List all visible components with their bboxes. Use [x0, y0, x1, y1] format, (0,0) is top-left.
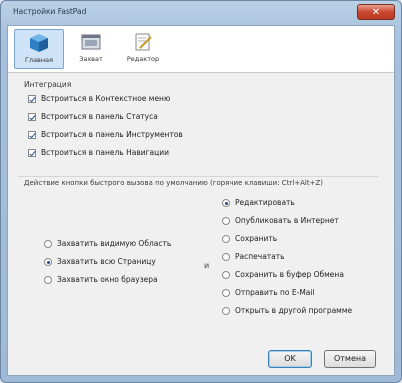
checkbox[interactable]: [28, 113, 36, 121]
ok-button[interactable]: OK: [268, 350, 312, 368]
action-option-edit[interactable]: Редактировать: [222, 197, 295, 209]
divider: [18, 176, 378, 177]
tab-toolbar: Главная Захват Редактор: [8, 26, 394, 73]
action-option-email[interactable]: Отправить по E-Mail: [222, 287, 315, 299]
radio-button[interactable]: [222, 235, 230, 243]
hotkey-group-title: Действие кнопки быстрого вызова по умолч…: [24, 179, 323, 187]
integration-group-title: Интеграция: [24, 80, 72, 89]
integration-item-toolbar[interactable]: Встроиться в панель Инструментов: [28, 129, 183, 141]
integration-item-navigation-bar[interactable]: Встроиться в панель Навигации: [28, 147, 169, 159]
radio-label: Захватить видимую Область: [57, 239, 172, 248]
radio-label: Сохранить: [235, 234, 278, 243]
radio-label: Опубликовать в Интернет: [235, 216, 339, 225]
tab-editor[interactable]: Редактор: [118, 29, 168, 69]
integration-item-status-bar[interactable]: Встроиться в панель Статуса: [28, 111, 158, 123]
radio-label: Захватить окно браузера: [57, 275, 158, 284]
action-option-open-in-program[interactable]: Открыть в другой программе: [222, 305, 352, 317]
settings-window: Настройки FastPad ✕ Главная Захват Редак…: [0, 0, 402, 383]
radio-label: Открыть в другой программе: [235, 306, 353, 315]
connector-text: и: [204, 261, 210, 270]
radio-button[interactable]: [222, 217, 230, 225]
tab-capture-label: Захват: [79, 55, 103, 63]
radio-label: Захватить всю Страницу: [57, 257, 156, 266]
checkbox-label: Встроиться в Контекстное меню: [41, 94, 171, 103]
checkbox-label: Встроиться в панель Статуса: [41, 112, 158, 121]
radio-button[interactable]: [44, 258, 52, 266]
action-option-print[interactable]: Распечатать: [222, 251, 285, 263]
checkbox[interactable]: [28, 149, 36, 157]
action-option-save[interactable]: Сохранить: [222, 233, 277, 245]
action-option-publish[interactable]: Опубликовать в Интернет: [222, 215, 339, 227]
checkbox-label: Встроиться в панель Навигации: [41, 148, 170, 157]
radio-button[interactable]: [44, 240, 52, 248]
radio-label: Распечатать: [235, 252, 285, 261]
radio-button[interactable]: [222, 199, 230, 207]
capture-option-browser-window[interactable]: Захватить окно браузера: [44, 274, 158, 286]
capture-option-visible-area[interactable]: Захватить видимую Область: [44, 238, 171, 250]
radio-button[interactable]: [222, 271, 230, 279]
radio-button[interactable]: [222, 253, 230, 261]
radio-label: Отправить по E-Mail: [235, 288, 315, 297]
action-option-clipboard[interactable]: Сохранить в буфер Обмена: [222, 269, 344, 281]
radio-button[interactable]: [44, 276, 52, 284]
dialog-body: Главная Захват Редактор Интеграция Встро…: [7, 25, 395, 376]
checkbox[interactable]: [28, 95, 36, 103]
cancel-button[interactable]: Отмена: [324, 350, 376, 368]
tab-editor-label: Редактор: [126, 55, 160, 63]
title-bar[interactable]: Настройки FastPad ✕: [1, 1, 401, 23]
tab-main-label: Главная: [24, 56, 54, 64]
radio-label: Редактировать: [235, 198, 295, 207]
tab-main[interactable]: Главная: [14, 29, 64, 69]
cube-icon: [30, 34, 48, 52]
close-button[interactable]: ✕: [357, 4, 395, 20]
capture-option-whole-page[interactable]: Захватить всю Страницу: [44, 256, 156, 268]
window-icon: [81, 34, 101, 50]
radio-label: Сохранить в буфер Обмена: [235, 270, 344, 279]
radio-button[interactable]: [222, 289, 230, 297]
window-title: Настройки FastPad: [13, 7, 87, 16]
integration-item-context-menu[interactable]: Встроиться в Контекстное меню: [28, 93, 170, 105]
page-edit-icon: [135, 33, 152, 51]
radio-button[interactable]: [222, 307, 230, 315]
tab-capture[interactable]: Захват: [66, 29, 116, 69]
checkbox[interactable]: [28, 131, 36, 139]
checkbox-label: Встроиться в панель Инструментов: [41, 130, 183, 139]
